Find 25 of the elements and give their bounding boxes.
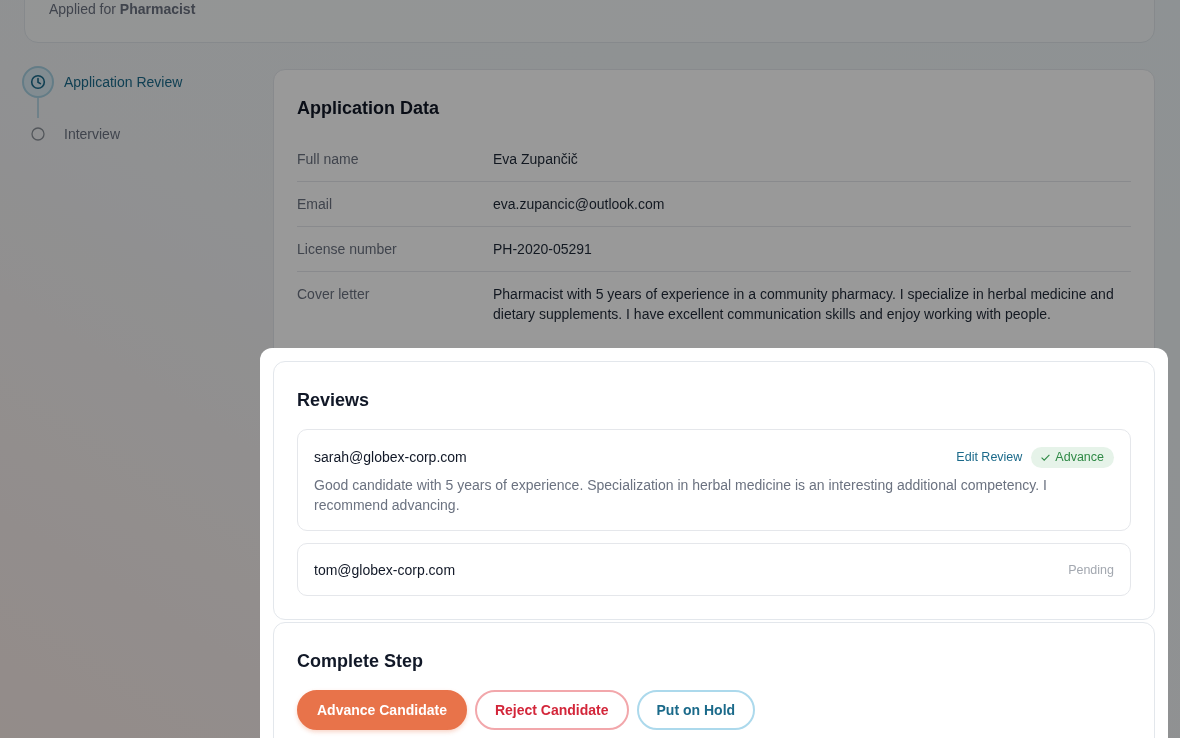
field-value: eva.zupancic@outlook.com xyxy=(493,195,666,214)
section-title: Application Data xyxy=(297,97,439,120)
review-status: Pending xyxy=(1068,563,1114,577)
field-value: PH-2020-05291 xyxy=(493,240,593,259)
field-label: License number xyxy=(297,240,398,259)
reviewer-email: sarah@globex-corp.com xyxy=(314,448,467,467)
hold-button[interactable]: Put on Hold xyxy=(636,690,756,730)
review-comment: Good candidate with 5 years of experience. Specialization in herbal medicine is an interesting additional competency. I recommend advancing. xyxy=(314,476,1048,515)
applied-for-text: Applied for Pharmacist xyxy=(49,0,196,18)
field-value: Eva Zupančič xyxy=(493,150,579,169)
clock-icon xyxy=(22,66,54,98)
edit-review-link[interactable]: Edit Review xyxy=(956,450,1023,464)
field-label: Cover letter xyxy=(297,285,371,304)
field-value: Pharmacist with 5 years of experience in a community pharmacy. I specialize in herbal medicine and dietary supplements. I have excellent communication skills and enjoy working with people. xyxy=(493,285,1115,324)
advance-button[interactable]: Advance Candidate xyxy=(297,690,467,730)
field-label: Full name xyxy=(297,150,360,169)
check-icon xyxy=(1041,453,1051,461)
section-title: Reviews xyxy=(297,389,370,412)
step-item[interactable]: Interview xyxy=(22,118,121,150)
field-label: Email xyxy=(297,195,333,214)
section-title: Complete Step xyxy=(297,650,424,673)
step-item[interactable]: Application Review xyxy=(22,66,183,98)
reject-button[interactable]: Reject Candidate xyxy=(474,690,629,730)
verdict-label: Advance xyxy=(1055,450,1104,464)
reviewer-email: tom@globex-corp.com xyxy=(314,561,456,580)
